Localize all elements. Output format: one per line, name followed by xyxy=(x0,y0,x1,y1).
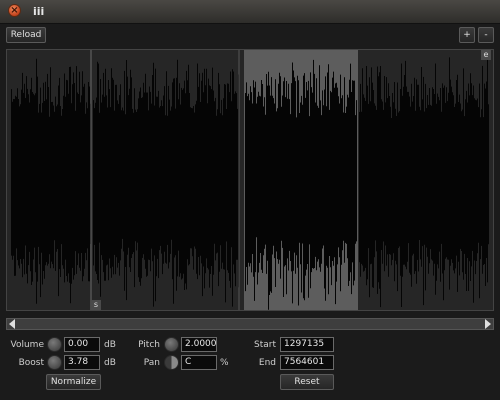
boost-field[interactable]: 3.78 xyxy=(64,355,100,370)
volume-unit: dB xyxy=(104,340,116,350)
zoom-out-button[interactable]: - xyxy=(478,27,494,43)
zoom-in-button[interactable]: + xyxy=(459,27,475,43)
volume-field[interactable]: 0.00 xyxy=(64,337,100,352)
pitch-field[interactable]: 2.0000 xyxy=(181,337,217,352)
boost-knob[interactable] xyxy=(47,355,62,370)
pan-unit: % xyxy=(220,358,229,368)
start-label: Start xyxy=(254,340,276,350)
waveform-view[interactable]: s e xyxy=(6,49,494,311)
window-title: iii xyxy=(33,5,45,18)
volume-label: Volume xyxy=(10,340,44,350)
pitch-label: Pitch xyxy=(138,340,160,350)
horizontal-scrollbar[interactable] xyxy=(6,318,494,330)
reload-button[interactable]: Reload xyxy=(6,27,46,43)
boost-unit: dB xyxy=(104,358,116,368)
pitch-knob[interactable] xyxy=(164,337,179,352)
close-icon[interactable]: × xyxy=(8,4,21,17)
volume-knob[interactable] xyxy=(47,337,62,352)
end-marker[interactable]: e xyxy=(481,50,491,60)
end-field[interactable]: 7564601 xyxy=(280,355,334,370)
scroll-right-icon[interactable] xyxy=(485,319,491,329)
reset-button[interactable]: Reset xyxy=(280,374,334,390)
start-marker[interactable]: s xyxy=(91,300,101,310)
waveform-graphic xyxy=(11,50,489,310)
pan-knob[interactable] xyxy=(164,355,179,370)
pan-field[interactable]: C xyxy=(181,355,217,370)
scroll-left-icon[interactable] xyxy=(9,319,15,329)
normalize-button[interactable]: Normalize xyxy=(46,374,101,390)
title-bar: × iii xyxy=(0,0,500,24)
pan-label: Pan xyxy=(143,358,160,368)
end-label: End xyxy=(258,358,276,368)
start-field[interactable]: 1297135 xyxy=(280,337,334,352)
boost-label: Boost xyxy=(18,358,44,368)
